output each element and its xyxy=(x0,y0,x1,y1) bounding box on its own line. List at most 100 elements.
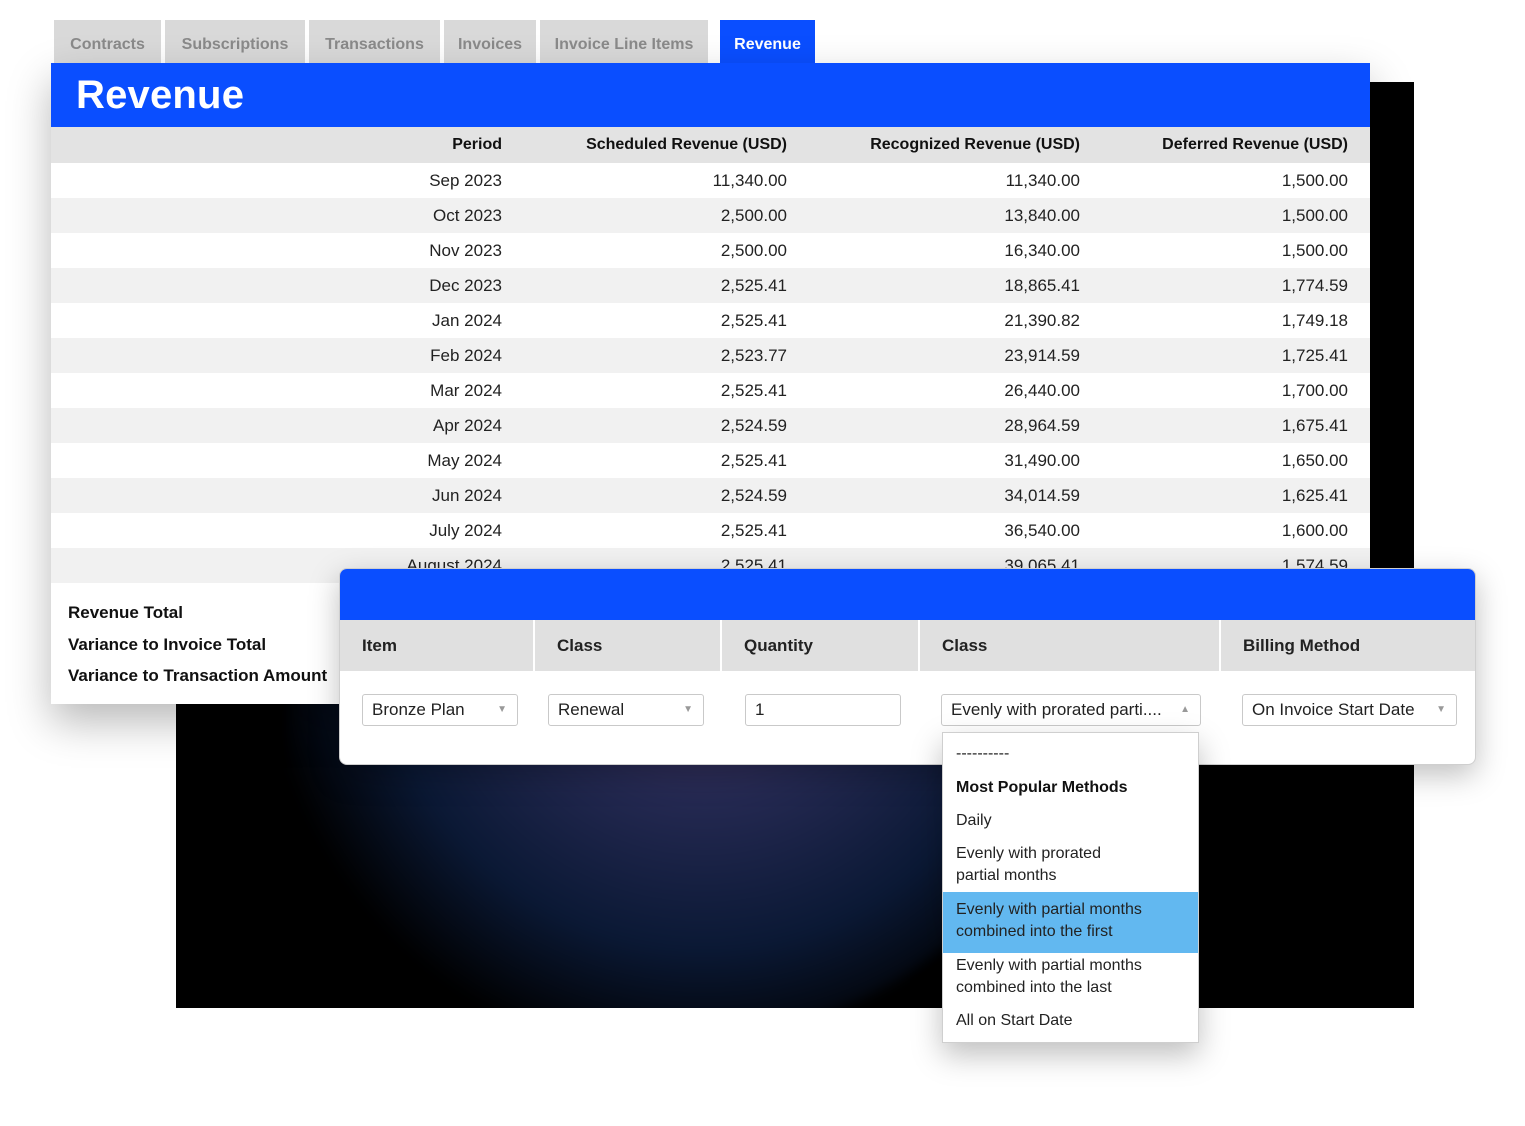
tab-subscriptions[interactable]: Subscriptions xyxy=(165,20,305,63)
page-title: Revenue xyxy=(76,72,245,117)
revenue-table-body: Sep 2023 11,340.00 11,340.00 1,500.00 Oct 20… xyxy=(51,163,1370,583)
col-item: Item xyxy=(340,620,535,671)
deferred-revenue-cell: 1,650.00 xyxy=(1102,443,1370,478)
chevron-down-icon: ▼ xyxy=(683,704,693,715)
dropdown-group-label: Most Popular Methods xyxy=(956,779,1128,796)
col-class: Class xyxy=(535,620,722,671)
col-quantity: Quantity xyxy=(722,620,920,671)
billing-method-select[interactable]: On Invoice Start Date ▼ xyxy=(1242,694,1457,726)
recognized-revenue-cell: 18,865.41 xyxy=(809,268,1102,303)
variance-invoice-label: Variance to Invoice Total xyxy=(68,634,267,654)
dropdown-separator: ---------- xyxy=(956,745,1010,762)
period-cell: Sep 2023 xyxy=(51,163,524,198)
deferred-revenue-cell: 1,500.00 xyxy=(1102,163,1370,198)
col-recognized-revenue: Recognized Revenue (USD) xyxy=(809,127,1102,163)
scheduled-revenue-cell: 2,525.41 xyxy=(524,443,809,478)
table-row: Feb 2024 2,523.77 23,914.59 1,725.41 xyxy=(51,338,1370,373)
quantity-input[interactable]: 1 xyxy=(745,694,901,726)
option-combined-last[interactable]: Evenly with partial months combined into… xyxy=(943,955,1198,999)
period-cell: Dec 2023 xyxy=(51,268,524,303)
scheduled-revenue-cell: 11,340.00 xyxy=(524,163,809,198)
item-select[interactable]: Bronze Plan ▼ xyxy=(362,694,518,726)
revenue-method-dropdown: ---------- Most Popular Methods Daily Ev… xyxy=(942,732,1199,1043)
scheduled-revenue-cell: 2,523.77 xyxy=(524,338,809,373)
recognized-revenue-cell: 36,540.00 xyxy=(809,513,1102,548)
col-scheduled-revenue: Scheduled Revenue (USD) xyxy=(524,127,809,163)
option-evenly-prorated[interactable]: Evenly with prorated partial months xyxy=(943,843,1198,887)
col-rev-class: Class xyxy=(920,620,1221,671)
scheduled-revenue-cell: 2,525.41 xyxy=(524,513,809,548)
class-select-value: Renewal xyxy=(558,700,625,719)
period-cell: Jan 2024 xyxy=(51,303,524,338)
recognized-revenue-cell: 21,390.82 xyxy=(809,303,1102,338)
line-item-editor: Item Class Quantity Class Billing Method… xyxy=(339,568,1476,765)
deferred-revenue-cell: 1,500.00 xyxy=(1102,198,1370,233)
table-row: May 2024 2,525.41 31,490.00 1,650.00 xyxy=(51,443,1370,478)
scheduled-revenue-cell: 2,500.00 xyxy=(524,198,809,233)
tab-bar: Contracts Subscriptions Transactions Inv… xyxy=(54,20,815,63)
deferred-revenue-cell: 1,625.41 xyxy=(1102,478,1370,513)
deferred-revenue-cell: 1,725.41 xyxy=(1102,338,1370,373)
recognized-revenue-cell: 31,490.00 xyxy=(809,443,1102,478)
deferred-revenue-cell: 1,600.00 xyxy=(1102,513,1370,548)
chevron-up-icon: ▲ xyxy=(1180,704,1190,715)
option-combined-first[interactable]: Evenly with partial months combined into… xyxy=(943,892,1198,953)
panel-header: Revenue xyxy=(51,63,1370,127)
period-cell: Mar 2024 xyxy=(51,373,524,408)
table-row: Oct 2023 2,500.00 13,840.00 1,500.00 xyxy=(51,198,1370,233)
option-all-on-start-date[interactable]: All on Start Date xyxy=(943,1010,1198,1032)
recognized-revenue-cell: 16,340.00 xyxy=(809,233,1102,268)
revenue-method-select[interactable]: Evenly with prorated parti.... ▲ xyxy=(941,694,1201,726)
col-billing-method: Billing Method xyxy=(1243,635,1361,655)
tab-invoices[interactable]: Invoices xyxy=(444,20,536,63)
table-row: Mar 2024 2,525.41 26,440.00 1,700.00 xyxy=(51,373,1370,408)
table-header-row: Period Scheduled Revenue (USD) Recognize… xyxy=(51,127,1370,163)
option-daily[interactable]: Daily xyxy=(943,810,1198,832)
table-row: Dec 2023 2,525.41 18,865.41 1,774.59 xyxy=(51,268,1370,303)
period-cell: Oct 2023 xyxy=(51,198,524,233)
recognized-revenue-cell: 13,840.00 xyxy=(809,198,1102,233)
quantity-value: 1 xyxy=(755,700,765,719)
period-cell: Apr 2024 xyxy=(51,408,524,443)
tab-transactions[interactable]: Transactions xyxy=(309,20,440,63)
recognized-revenue-cell: 23,914.59 xyxy=(809,338,1102,373)
table-row: Jun 2024 2,524.59 34,014.59 1,625.41 xyxy=(51,478,1370,513)
totals-block: Revenue Total Variance to Invoice Total … xyxy=(68,597,327,692)
recognized-revenue-cell: 11,340.00 xyxy=(809,163,1102,198)
deferred-revenue-cell: 1,749.18 xyxy=(1102,303,1370,338)
scheduled-revenue-cell: 2,524.59 xyxy=(524,478,809,513)
table-row: Nov 2023 2,500.00 16,340.00 1,500.00 xyxy=(51,233,1370,268)
period-cell: Jun 2024 xyxy=(51,478,524,513)
recognized-revenue-cell: 26,440.00 xyxy=(809,373,1102,408)
col-deferred-revenue: Deferred Revenue (USD) xyxy=(1102,127,1370,163)
item-select-value: Bronze Plan xyxy=(372,700,465,719)
billing-method-value: On Invoice Start Date xyxy=(1252,700,1415,719)
revenue-total-label: Revenue Total xyxy=(68,603,183,622)
deferred-revenue-cell: 1,700.00 xyxy=(1102,373,1370,408)
revenue-method-value: Evenly with prorated parti.... xyxy=(951,700,1162,719)
tab-contracts[interactable]: Contracts xyxy=(54,20,161,63)
chevron-down-icon: ▼ xyxy=(1436,704,1446,715)
tab-invoice-line-items[interactable]: Invoice Line Items xyxy=(540,20,708,63)
table-row: Sep 2023 11,340.00 11,340.00 1,500.00 xyxy=(51,163,1370,198)
scheduled-revenue-cell: 2,525.41 xyxy=(524,268,809,303)
editor-column-headers: Item Class Quantity Class Billing Method xyxy=(340,620,1475,671)
col-period: Period xyxy=(51,127,524,163)
table-row: Jan 2024 2,525.41 21,390.82 1,749.18 xyxy=(51,303,1370,338)
scheduled-revenue-cell: 2,500.00 xyxy=(524,233,809,268)
editor-header xyxy=(340,569,1475,620)
table-row: July 2024 2,525.41 36,540.00 1,600.00 xyxy=(51,513,1370,548)
revenue-table: Period Scheduled Revenue (USD) Recognize… xyxy=(51,127,1370,583)
recognized-revenue-cell: 28,964.59 xyxy=(809,408,1102,443)
tab-revenue[interactable]: Revenue xyxy=(720,20,815,63)
class-select[interactable]: Renewal ▼ xyxy=(548,694,704,726)
scheduled-revenue-cell: 2,525.41 xyxy=(524,373,809,408)
deferred-revenue-cell: 1,675.41 xyxy=(1102,408,1370,443)
deferred-revenue-cell: 1,774.59 xyxy=(1102,268,1370,303)
scheduled-revenue-cell: 2,525.41 xyxy=(524,303,809,338)
deferred-revenue-cell: 1,500.00 xyxy=(1102,233,1370,268)
period-cell: Nov 2023 xyxy=(51,233,524,268)
table-row: Apr 2024 2,524.59 28,964.59 1,675.41 xyxy=(51,408,1370,443)
scheduled-revenue-cell: 2,524.59 xyxy=(524,408,809,443)
period-cell: July 2024 xyxy=(51,513,524,548)
